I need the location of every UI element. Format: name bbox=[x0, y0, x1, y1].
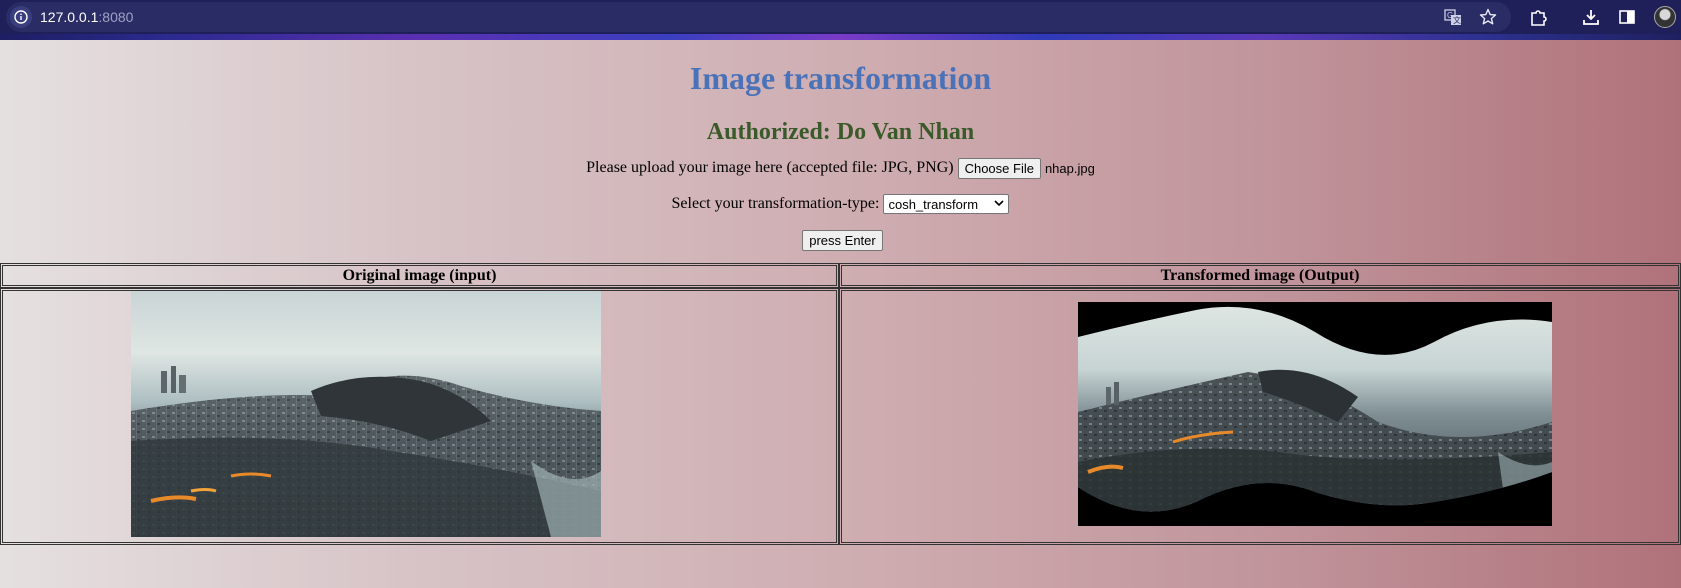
upload-label: Please upload your image here (accepted … bbox=[586, 159, 954, 176]
transformed-image bbox=[1078, 302, 1552, 526]
bookmark-star-icon[interactable] bbox=[1478, 7, 1498, 27]
browser-toolbar: 127.0.0.1:8080 G 文 bbox=[0, 0, 1681, 40]
author-heading: Authorized: Do Van Nhan bbox=[706, 119, 975, 145]
translate-icon[interactable]: G 文 bbox=[1443, 7, 1463, 27]
original-image bbox=[131, 291, 601, 537]
chevron-down-icon bbox=[994, 199, 1005, 210]
input-header-text: Original image (input) bbox=[342, 266, 497, 284]
selected-file-name: nhap.jpg bbox=[1044, 160, 1095, 176]
profile-avatar[interactable] bbox=[1654, 6, 1676, 28]
page-body: Image transformation Authorized: Do Van … bbox=[0, 40, 1681, 588]
results-table: Original image (input) Transformed image… bbox=[0, 263, 1681, 588]
output-column-header: Transformed image (Output) bbox=[839, 263, 1681, 288]
svg-text:文: 文 bbox=[1453, 15, 1461, 25]
press-enter-button[interactable]: press Enter bbox=[802, 229, 883, 251]
upload-row: Please upload your image here (accepted … bbox=[0, 156, 1681, 180]
transform-select-row: Select your transformation-type: cosh_tr… bbox=[0, 192, 1681, 216]
address-bar[interactable]: 127.0.0.1:8080 G 文 bbox=[6, 2, 1511, 32]
choose-file-button[interactable]: Choose File bbox=[957, 157, 1041, 179]
download-icon[interactable] bbox=[1580, 6, 1602, 28]
url-text[interactable]: 127.0.0.1:8080 bbox=[40, 9, 133, 25]
url-port: :8080 bbox=[98, 9, 134, 25]
url-host: 127.0.0.1 bbox=[40, 9, 99, 25]
extensions-icon[interactable] bbox=[1527, 6, 1549, 28]
output-header-text: Transformed image (Output) bbox=[1160, 266, 1360, 284]
transform-select-label: Select your transformation-type: bbox=[671, 195, 880, 212]
transform-type-select[interactable]: cosh_transform bbox=[883, 194, 1010, 214]
site-info-icon[interactable] bbox=[10, 6, 32, 28]
transform-select-value: cosh_transform bbox=[888, 196, 979, 212]
page-title: Image transformation bbox=[689, 60, 992, 96]
side-panel-icon[interactable] bbox=[1616, 6, 1638, 28]
input-column-header: Original image (input) bbox=[0, 263, 839, 288]
submit-row: press Enter bbox=[0, 228, 1681, 252]
